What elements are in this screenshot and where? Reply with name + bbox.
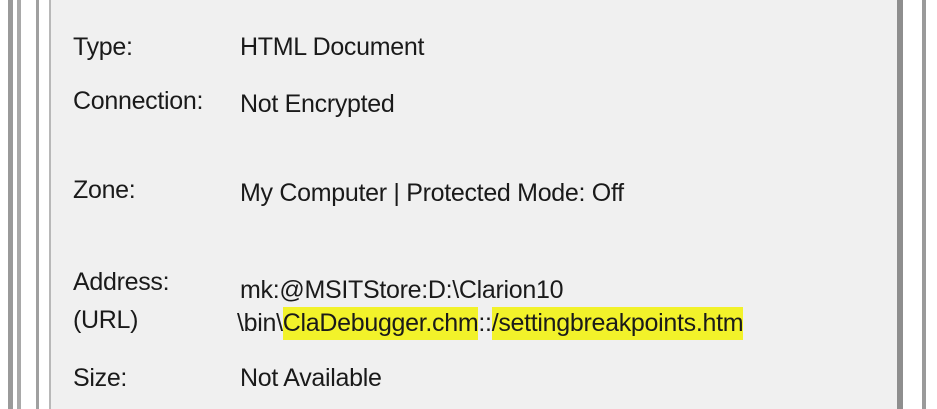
size-label: Size: bbox=[73, 364, 128, 392]
connection-label: Connection: bbox=[73, 87, 204, 115]
url-label: (URL) bbox=[73, 306, 139, 334]
address-path-prefix: \bin\ bbox=[237, 309, 283, 337]
type-label: Type: bbox=[73, 33, 133, 61]
address-label: Address: bbox=[73, 268, 170, 296]
address-value-line1: mk:@MSITStore:D:\Clarion10 bbox=[240, 276, 564, 304]
window-border-left bbox=[0, 0, 56, 409]
connection-value: Not Encrypted bbox=[240, 90, 395, 118]
border-line bbox=[8, 0, 13, 409]
zone-label: Zone: bbox=[73, 176, 136, 204]
size-value: Not Available bbox=[240, 364, 382, 392]
type-value: HTML Document bbox=[240, 33, 425, 61]
address-separator: :: bbox=[478, 309, 492, 337]
window-border-right bbox=[897, 0, 937, 409]
address-value-line2[interactable]: \bin\ClaDebugger.chm::/settingbreakpoint… bbox=[237, 307, 744, 340]
properties-panel: Type: HTML Document Connection: Not Encr… bbox=[49, 0, 897, 409]
highlighted-chm-file: ClaDebugger.chm bbox=[282, 307, 479, 340]
border-line bbox=[922, 0, 926, 409]
border-line bbox=[36, 0, 39, 409]
zone-value: My Computer | Protected Mode: Off bbox=[240, 179, 624, 207]
highlighted-topic-file: /settingbreakpoints.htm bbox=[491, 307, 744, 340]
properties-dialog: Type: HTML Document Connection: Not Encr… bbox=[0, 0, 937, 409]
border-line bbox=[897, 0, 903, 409]
border-line bbox=[17, 0, 21, 409]
